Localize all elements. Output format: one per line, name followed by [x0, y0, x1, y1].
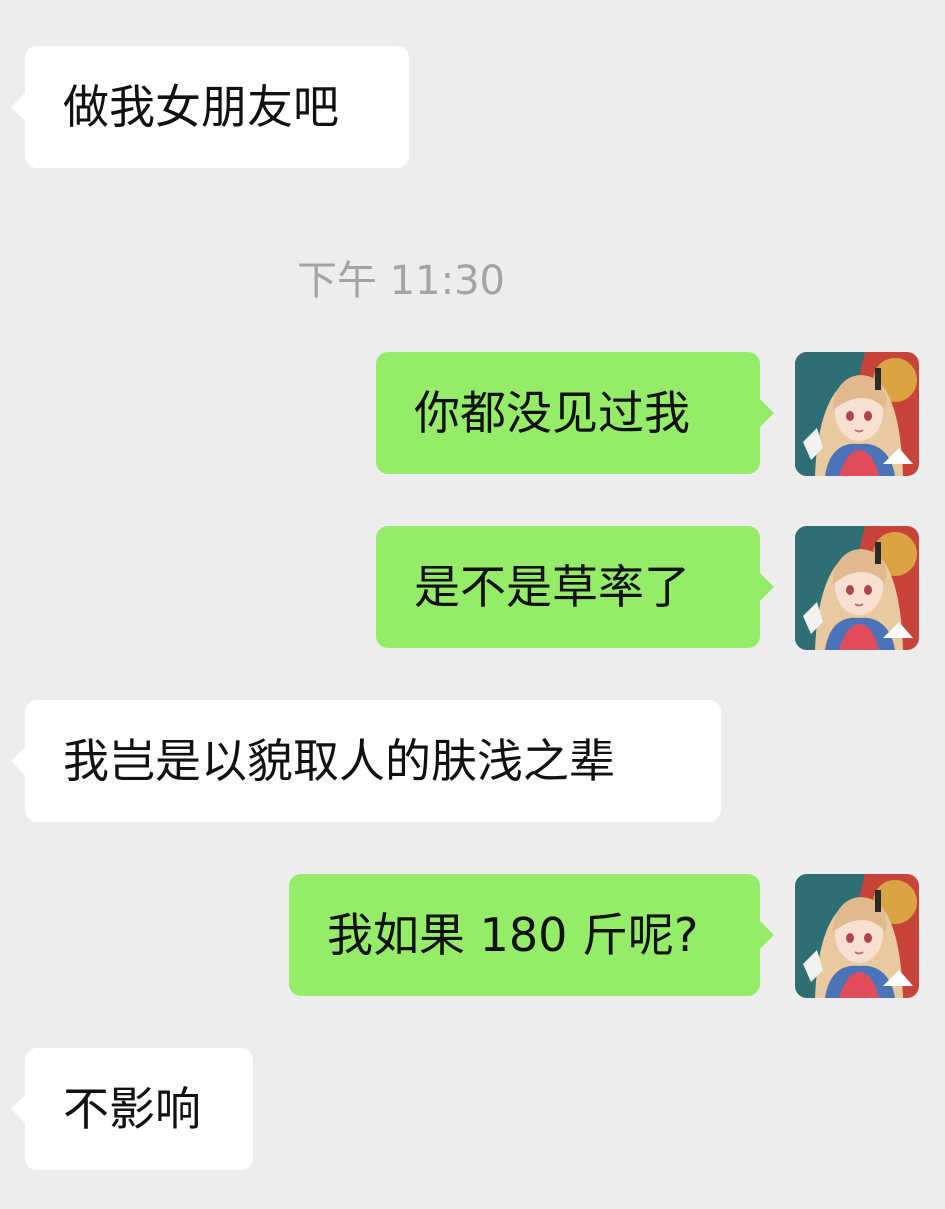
message-bubble-outgoing[interactable]: 我如果 180 斤呢? — [289, 874, 774, 996]
message-bubble-incoming[interactable]: 我岂是以貌取人的肤浅之辈 — [11, 700, 721, 822]
message-text: 是不是草率了 — [414, 560, 690, 614]
message-text: 你都没见过我 — [414, 386, 690, 440]
message-text: 做我女朋友吧 — [63, 80, 339, 134]
avatar[interactable] — [795, 874, 919, 998]
anime-girl-avatar-icon — [795, 526, 919, 650]
message-bubble-outgoing[interactable]: 是不是草率了 — [376, 526, 774, 648]
message-bubble-incoming[interactable]: 不影响 — [11, 1048, 253, 1170]
avatar[interactable] — [795, 352, 919, 476]
message-text: 我如果 180 斤呢? — [327, 908, 699, 962]
message-text: 不影响 — [63, 1082, 201, 1136]
anime-girl-avatar-icon — [795, 874, 919, 998]
message-text: 我岂是以貌取人的肤浅之辈 — [63, 734, 615, 788]
avatar[interactable] — [795, 526, 919, 650]
message-timestamp: 下午 11:30 — [297, 258, 505, 304]
message-bubble-incoming[interactable]: 做我女朋友吧 — [11, 46, 409, 168]
message-bubble-outgoing[interactable]: 你都没见过我 — [376, 352, 774, 474]
anime-girl-avatar-icon — [795, 352, 919, 476]
